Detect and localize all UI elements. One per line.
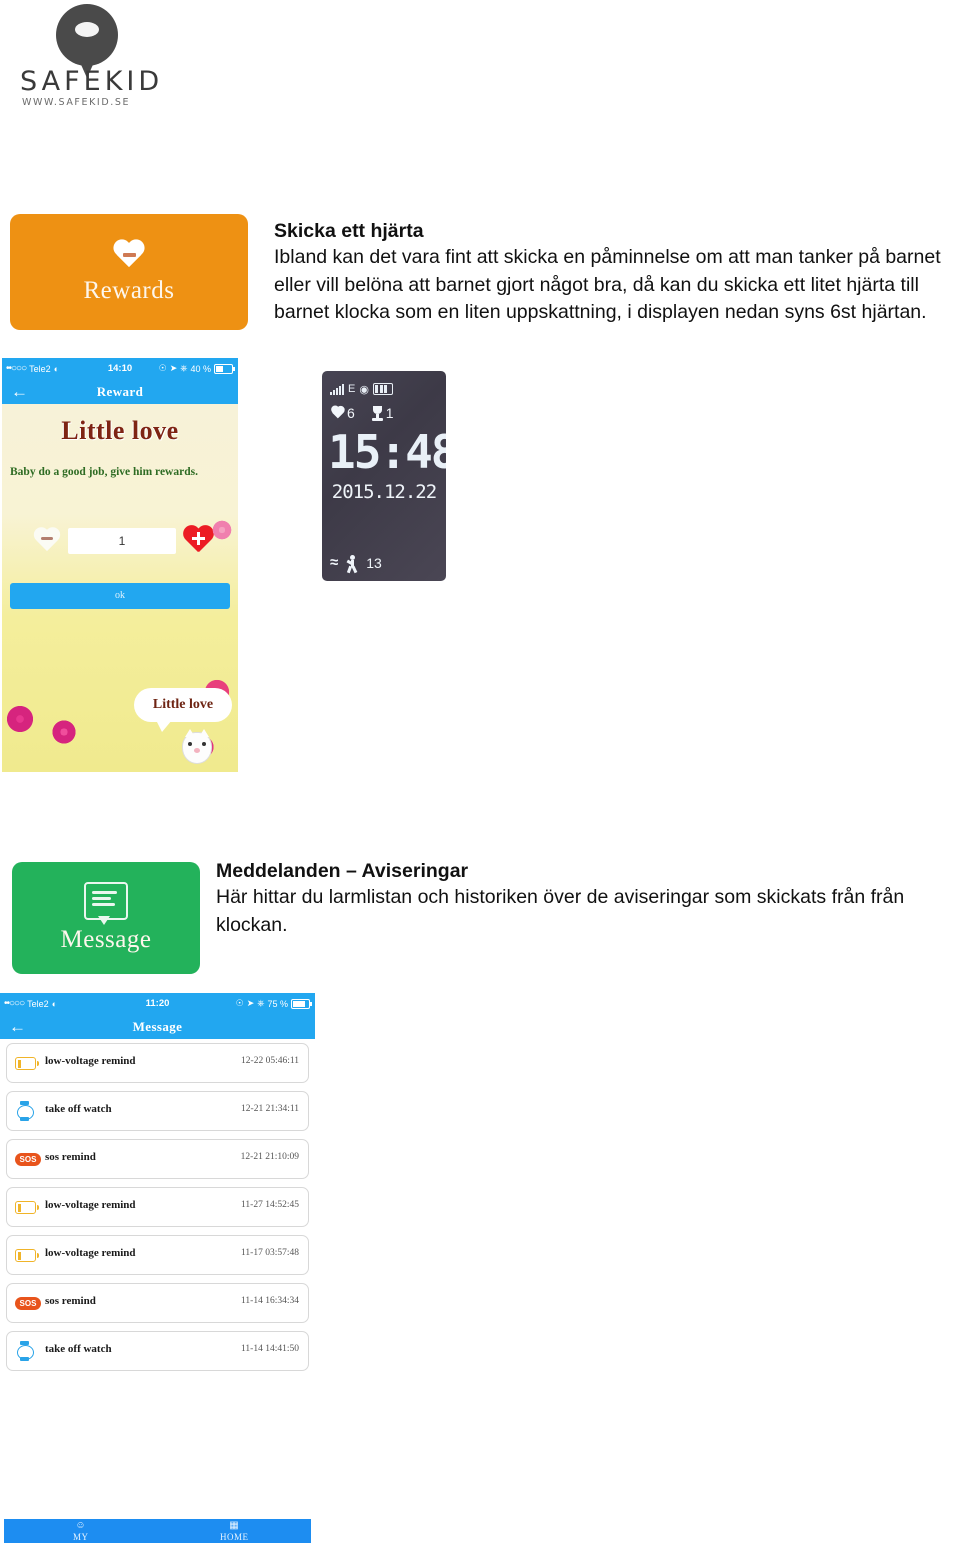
watch-time: 15:48 — [328, 425, 446, 479]
watch-activity-row: ≈ 13 — [330, 553, 438, 573]
notification-label: low-voltage remind — [45, 1247, 136, 1259]
speech-bubble-icon — [84, 882, 128, 925]
trophy-icon — [371, 405, 384, 421]
bottom-nav-home[interactable]: ▦ HOME — [158, 1520, 312, 1543]
target-icon: ◉ — [359, 383, 369, 396]
battery-full-icon — [372, 383, 393, 395]
reward-app-screenshot: ••○○○ Tele2 ◐ 14:10 ☉ ➤ ⎈ 40 % ← Reward … — [2, 358, 238, 772]
reward-nav-bar: ← Reward — [2, 380, 238, 404]
bottom-nav-my-label: MY — [72, 1532, 89, 1542]
message-status-bar: ••○○○ Tele2 ◐ 11:20 ☉ ➤ ⎈ 75 % — [0, 993, 315, 1015]
notifications-body: Här hittar du larmlistan och historiken … — [216, 886, 905, 936]
message-feature-card[interactable]: Message — [12, 862, 200, 974]
watch-date: 2015.12.22 — [331, 481, 437, 503]
reward-nav-title: Reward — [96, 384, 144, 399]
notification-timestamp: 12-21 21:34:11 — [241, 1104, 299, 1114]
flower-decoration — [36, 710, 92, 754]
logo-wordmark: SAFEKID — [20, 66, 164, 97]
send-heart-heading: Skicka ett hjärta — [274, 220, 424, 242]
notification-list: low-voltage remind 12-22 05:46:11 take off… — [0, 1039, 315, 1371]
watch-display-photo: E ◉ 6 1 15:48 2015.12.22 ≈ 13 — [322, 371, 446, 581]
network-type-label: E — [348, 383, 356, 395]
notification-label: sos remind — [45, 1151, 96, 1163]
quantity-input[interactable]: 1 — [68, 528, 176, 554]
bottom-nav-home-label: HOME — [220, 1532, 249, 1542]
watch-icon — [15, 1341, 37, 1361]
battery-percent: 75 % — [267, 998, 288, 1009]
reward-subtitle: Baby do a good job, give him rewards. — [10, 466, 198, 478]
signal-bars-icon — [330, 383, 344, 395]
logo-url: WWW.SAFEKID.SE — [22, 97, 131, 108]
heart-icon — [112, 240, 146, 271]
rewards-card-label: Rewards — [83, 276, 175, 304]
hearts-count: 6 — [347, 405, 355, 421]
trophy-count: 1 — [385, 405, 394, 421]
reward-body: Little love Baby do a good job, give him… — [2, 404, 238, 772]
person-icon: ☺ — [75, 1520, 87, 1531]
speech-bubble-text: Little love — [152, 697, 214, 712]
notification-label: low-voltage remind — [45, 1199, 136, 1211]
notification-row[interactable]: low-voltage remind 11-17 03:57:48 — [6, 1235, 309, 1275]
reward-status-bar: ••○○○ Tele2 ◐ 14:10 ☉ ➤ ⎈ 40 % — [2, 358, 238, 380]
minus-heart-icon[interactable] — [32, 528, 62, 555]
sos-icon: SOS — [15, 1149, 41, 1169]
alarm-icon: ☉ — [158, 363, 167, 373]
notification-row[interactable]: take off watch 12-21 21:34:11 — [6, 1091, 309, 1131]
speech-bubble: Little love — [134, 688, 232, 732]
safekid-logo: SAFEKID WWW.SAFEKID.SE — [20, 4, 160, 114]
location-icon: ➤ — [169, 363, 178, 373]
alarm-icon: ☉ — [235, 998, 244, 1008]
flower-decoration — [202, 512, 238, 548]
notification-timestamp: 12-21 21:10:09 — [240, 1152, 299, 1162]
pulse-wave-icon: ≈ — [330, 554, 339, 571]
notification-timestamp: 11-27 14:52:45 — [241, 1200, 299, 1210]
reward-title: Little love — [61, 416, 179, 445]
cat-mascot-icon — [182, 729, 212, 764]
ok-button[interactable]: ok — [10, 583, 230, 609]
notifications-heading: Meddelanden – Aviseringar — [216, 860, 469, 882]
bluetooth-icon: ⎈ — [257, 998, 265, 1008]
notification-timestamp: 12-22 05:46:11 — [241, 1056, 299, 1066]
battery-icon — [291, 998, 312, 1009]
notification-row[interactable]: SOS sos remind 12-21 21:10:09 — [6, 1139, 309, 1179]
send-heart-body: Ibland kan det vara fint att skicka en p… — [274, 246, 941, 323]
notification-label: take off watch — [45, 1103, 112, 1115]
grid-icon: ▦ — [229, 1520, 240, 1531]
sos-icon: SOS — [15, 1293, 41, 1313]
step-count: 13 — [366, 555, 382, 571]
message-app-screenshot: ••○○○ Tele2 ◐ 11:20 ☉ ➤ ⎈ 75 % ← Message… — [0, 993, 315, 1547]
watch-icon — [15, 1101, 37, 1121]
battery-low-icon — [15, 1245, 39, 1265]
bluetooth-icon: ⎈ — [180, 363, 188, 373]
watch-status-row: E ◉ — [330, 381, 438, 397]
notification-timestamp: 11-14 16:34:34 — [241, 1296, 299, 1306]
notification-row[interactable]: low-voltage remind 12-22 05:46:11 — [6, 1043, 309, 1083]
battery-icon — [214, 363, 235, 374]
walking-icon — [346, 554, 358, 573]
notification-label: low-voltage remind — [45, 1055, 136, 1067]
notification-timestamp: 11-17 03:57:48 — [241, 1248, 299, 1258]
battery-percent: 40 % — [190, 363, 211, 374]
heart-icon — [330, 406, 345, 420]
send-heart-section: Skicka ett hjärta Ibland kan det vara fi… — [274, 218, 946, 327]
bottom-nav-my[interactable]: ☺ MY — [4, 1520, 158, 1543]
notification-row[interactable]: SOS sos remind 11-14 16:34:34 — [6, 1283, 309, 1323]
notification-timestamp: 11-14 14:41:50 — [241, 1344, 299, 1354]
notifications-section: Meddelanden – Aviseringar Här hittar du … — [216, 858, 946, 939]
location-icon: ➤ — [246, 998, 255, 1008]
battery-low-icon — [15, 1053, 39, 1073]
notification-row[interactable]: low-voltage remind 11-27 14:52:45 — [6, 1187, 309, 1227]
notification-label: take off watch — [45, 1343, 112, 1355]
rewards-feature-card[interactable]: Rewards — [10, 214, 248, 330]
battery-low-icon — [15, 1197, 39, 1217]
message-card-label: Message — [60, 926, 152, 953]
notification-row[interactable]: take off watch 11-14 14:41:50 — [6, 1331, 309, 1371]
watch-counters-row: 6 1 — [330, 403, 438, 423]
notification-label: sos remind — [45, 1295, 96, 1307]
message-bottom-nav: ☺ MY ▦ HOME — [4, 1519, 311, 1543]
message-nav-title: Message — [132, 1019, 183, 1034]
message-nav-bar: ← Message — [0, 1015, 315, 1039]
